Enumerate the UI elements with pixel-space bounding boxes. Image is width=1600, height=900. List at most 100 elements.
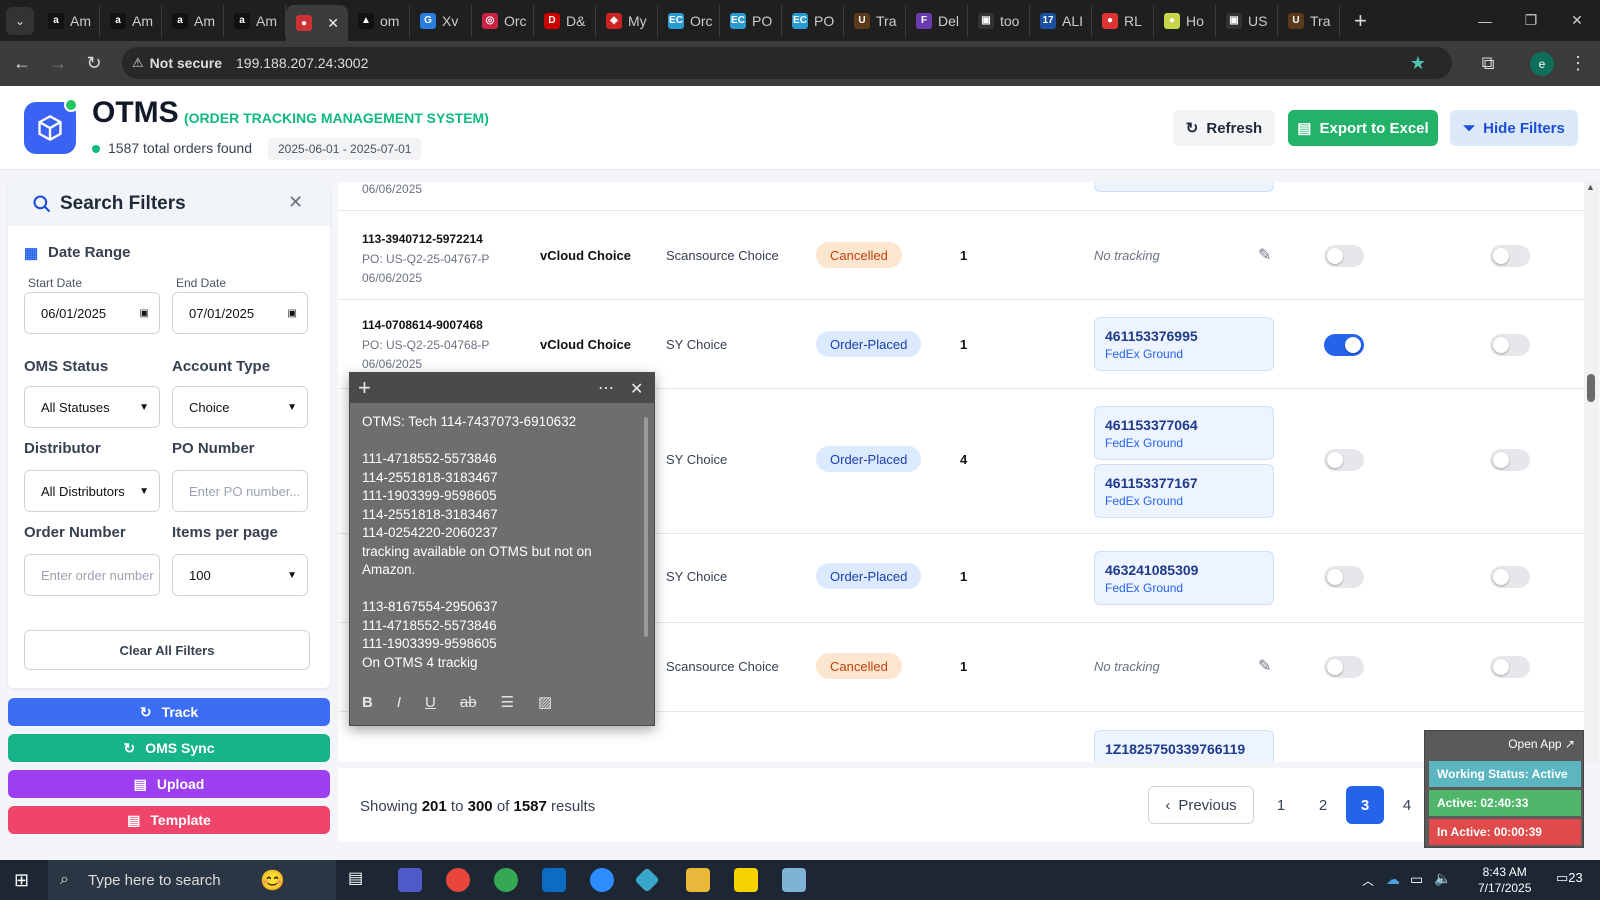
toggle-switch[interactable] xyxy=(1324,245,1364,267)
teams-icon[interactable] xyxy=(398,868,422,892)
order-number[interactable]: 113-3940712-5972214 xyxy=(362,232,483,246)
oms-sync-button[interactable]: ↻ OMS Sync xyxy=(8,734,330,762)
browser-tab[interactable]: 17 ALI xyxy=(1030,4,1092,37)
new-tab-plus-icon[interactable]: + xyxy=(1354,8,1367,34)
distributor-select[interactable]: All Distributors ▼ xyxy=(24,470,160,512)
toggle-switch[interactable] xyxy=(1324,566,1364,588)
toggle-switch[interactable] xyxy=(1490,245,1530,267)
account-type-select[interactable]: Choice ▼ xyxy=(172,386,308,428)
calendar-picker-icon[interactable]: ▣ xyxy=(140,308,149,319)
browser-menu-icon[interactable]: ⋮ xyxy=(1560,46,1596,82)
browser-tab[interactable]: U Tra xyxy=(844,4,906,37)
sticky-note-titlebar[interactable]: + ⋯ ✕ xyxy=(350,373,654,403)
minimize-icon[interactable]: — xyxy=(1462,0,1508,41)
close-window-icon[interactable]: ✕ xyxy=(1554,0,1600,41)
track-button[interactable]: ↻ Track xyxy=(8,698,330,726)
image-icon[interactable]: ▨ xyxy=(538,693,552,711)
previous-page-button[interactable]: ‹ Previous xyxy=(1148,786,1254,824)
notification-center-icon[interactable]: ▭23 xyxy=(1556,870,1583,886)
back-icon[interactable]: ← xyxy=(4,46,40,82)
windows-start-icon[interactable]: ⊞ xyxy=(14,870,29,891)
bullet-list-icon[interactable]: ☰ xyxy=(501,693,514,711)
profile-avatar[interactable]: e xyxy=(1530,52,1554,76)
tracking-card[interactable]: 1Z1825750339766119 xyxy=(1094,730,1274,762)
tracking-card[interactable]: 461153377064 FedEx Ground xyxy=(1094,406,1274,460)
volume-icon[interactable]: 🔈 xyxy=(1434,870,1451,887)
browser-tab[interactable]: EC Orc xyxy=(658,4,720,37)
bold-icon[interactable]: B xyxy=(362,694,373,711)
toggle-switch[interactable] xyxy=(1324,334,1364,356)
toggle-switch[interactable] xyxy=(1324,449,1364,471)
close-note-icon[interactable]: ✕ xyxy=(630,379,643,399)
sticky-note-text[interactable]: OTMS: Tech 114-7437073-6910632 111-47185… xyxy=(362,413,642,672)
browser-tab[interactable]: ◈ My xyxy=(596,4,658,37)
tracking-number[interactable]: 461153377064 xyxy=(1105,417,1273,433)
browser-tab[interactable]: EC PO xyxy=(720,4,782,37)
browser-tab[interactable]: ▲ om xyxy=(348,4,410,37)
app-diamond-icon[interactable] xyxy=(634,867,660,893)
note-scrollbar[interactable] xyxy=(644,417,648,637)
toggle-switch[interactable] xyxy=(1324,656,1364,678)
browser-tab[interactable]: a Am xyxy=(100,4,162,37)
upload-button[interactable]: ▤ Upload xyxy=(8,770,330,798)
taskbar-search[interactable]: ⌕ Type here to search 😊 xyxy=(48,860,336,900)
calendar-picker-icon[interactable]: ▣ xyxy=(288,308,297,319)
browser-tab[interactable]: ▣ US xyxy=(1216,4,1278,37)
page-button-current[interactable]: 3 xyxy=(1346,786,1384,824)
new-note-plus-icon[interactable]: + xyxy=(358,375,371,401)
show-hidden-icons-icon[interactable]: ︿ xyxy=(1362,872,1374,889)
sticky-note-window[interactable]: + ⋯ ✕ OTMS: Tech 114-7437073-6910632 111… xyxy=(349,372,655,726)
export-excel-button[interactable]: ▤ Export to Excel xyxy=(1288,110,1438,146)
browser-tab[interactable]: a Am xyxy=(162,4,224,37)
edit-pencil-icon[interactable]: ✎ xyxy=(1258,656,1271,676)
tracking-number[interactable]: 463241085309 xyxy=(1105,562,1273,578)
browser-tab[interactable]: ● RL xyxy=(1092,4,1154,37)
network-icon[interactable]: ▭ xyxy=(1410,871,1423,888)
snipping-tool-icon[interactable] xyxy=(782,868,806,892)
more-options-icon[interactable]: ⋯ xyxy=(598,378,614,398)
browser-tab[interactable]: U Tra xyxy=(1278,4,1340,37)
tab-close-icon[interactable]: ✕ xyxy=(327,15,339,32)
oms-status-select[interactable]: All Statuses ▼ xyxy=(24,386,160,428)
onedrive-cloud-icon[interactable]: ☁ xyxy=(1386,871,1400,888)
close-filters-icon[interactable]: ✕ xyxy=(288,192,303,213)
po-number-input[interactable]: Enter PO number... xyxy=(172,470,308,512)
end-date-input[interactable]: 07/01/2025 ▣ xyxy=(172,292,308,334)
underline-icon[interactable]: U xyxy=(425,694,436,711)
bookmark-star-icon[interactable]: ★ xyxy=(1410,53,1426,74)
order-number[interactable]: 114-0708614-9007468 xyxy=(362,318,483,332)
browser-tab[interactable]: ◎ Orc xyxy=(472,4,534,37)
page-button[interactable]: 4 xyxy=(1388,786,1426,824)
page-scrollbar[interactable]: ▲ xyxy=(1584,182,1598,762)
omnibox[interactable]: ⚠ Not secure 199.188.207.24:3002 ★ xyxy=(122,47,1452,79)
toggle-switch[interactable] xyxy=(1490,566,1530,588)
tab-search-chevron-icon[interactable]: ⌄ xyxy=(6,6,34,35)
edit-pencil-icon[interactable]: ✎ xyxy=(1258,245,1271,265)
tracking-number[interactable]: 461153377167 xyxy=(1105,475,1273,491)
italic-icon[interactable]: I xyxy=(397,694,401,711)
toggle-switch[interactable] xyxy=(1490,656,1530,678)
task-view-icon[interactable]: ▤ xyxy=(348,868,372,892)
clear-all-filters-button[interactable]: Clear All Filters xyxy=(24,630,310,670)
template-button[interactable]: ▤ Template xyxy=(8,806,330,834)
tracking-card[interactable]: 461153376995 FedEx Ground xyxy=(1094,317,1274,371)
browser-tab[interactable]: ● ✕ xyxy=(286,5,348,41)
scroll-up-arrow-icon[interactable]: ▲ xyxy=(1586,182,1595,192)
file-explorer-icon[interactable] xyxy=(686,868,710,892)
zoom-icon[interactable] xyxy=(590,868,614,892)
chrome-profile-icon[interactable] xyxy=(494,868,518,892)
browser-tab[interactable]: G Xv xyxy=(410,4,472,37)
browser-tab[interactable]: D D& xyxy=(534,4,596,37)
order-number-input[interactable]: Enter order number xyxy=(24,554,160,596)
forward-icon[interactable]: → xyxy=(40,46,76,82)
hide-filters-button[interactable]: ⏷ Hide Filters xyxy=(1450,110,1578,146)
outlook-icon[interactable] xyxy=(542,868,566,892)
toggle-switch[interactable] xyxy=(1490,334,1530,356)
taskbar-clock[interactable]: 8:43 AM 7/17/2025 xyxy=(1478,864,1531,896)
scrollbar-thumb[interactable] xyxy=(1587,374,1595,402)
sticky-notes-icon[interactable] xyxy=(734,868,758,892)
open-app-link[interactable]: Open App ↗ xyxy=(1508,737,1575,751)
tracking-card[interactable]: 461153377167 FedEx Ground xyxy=(1094,464,1274,518)
page-button[interactable]: 1 xyxy=(1262,786,1300,824)
reload-icon[interactable]: ↻ xyxy=(76,46,112,82)
